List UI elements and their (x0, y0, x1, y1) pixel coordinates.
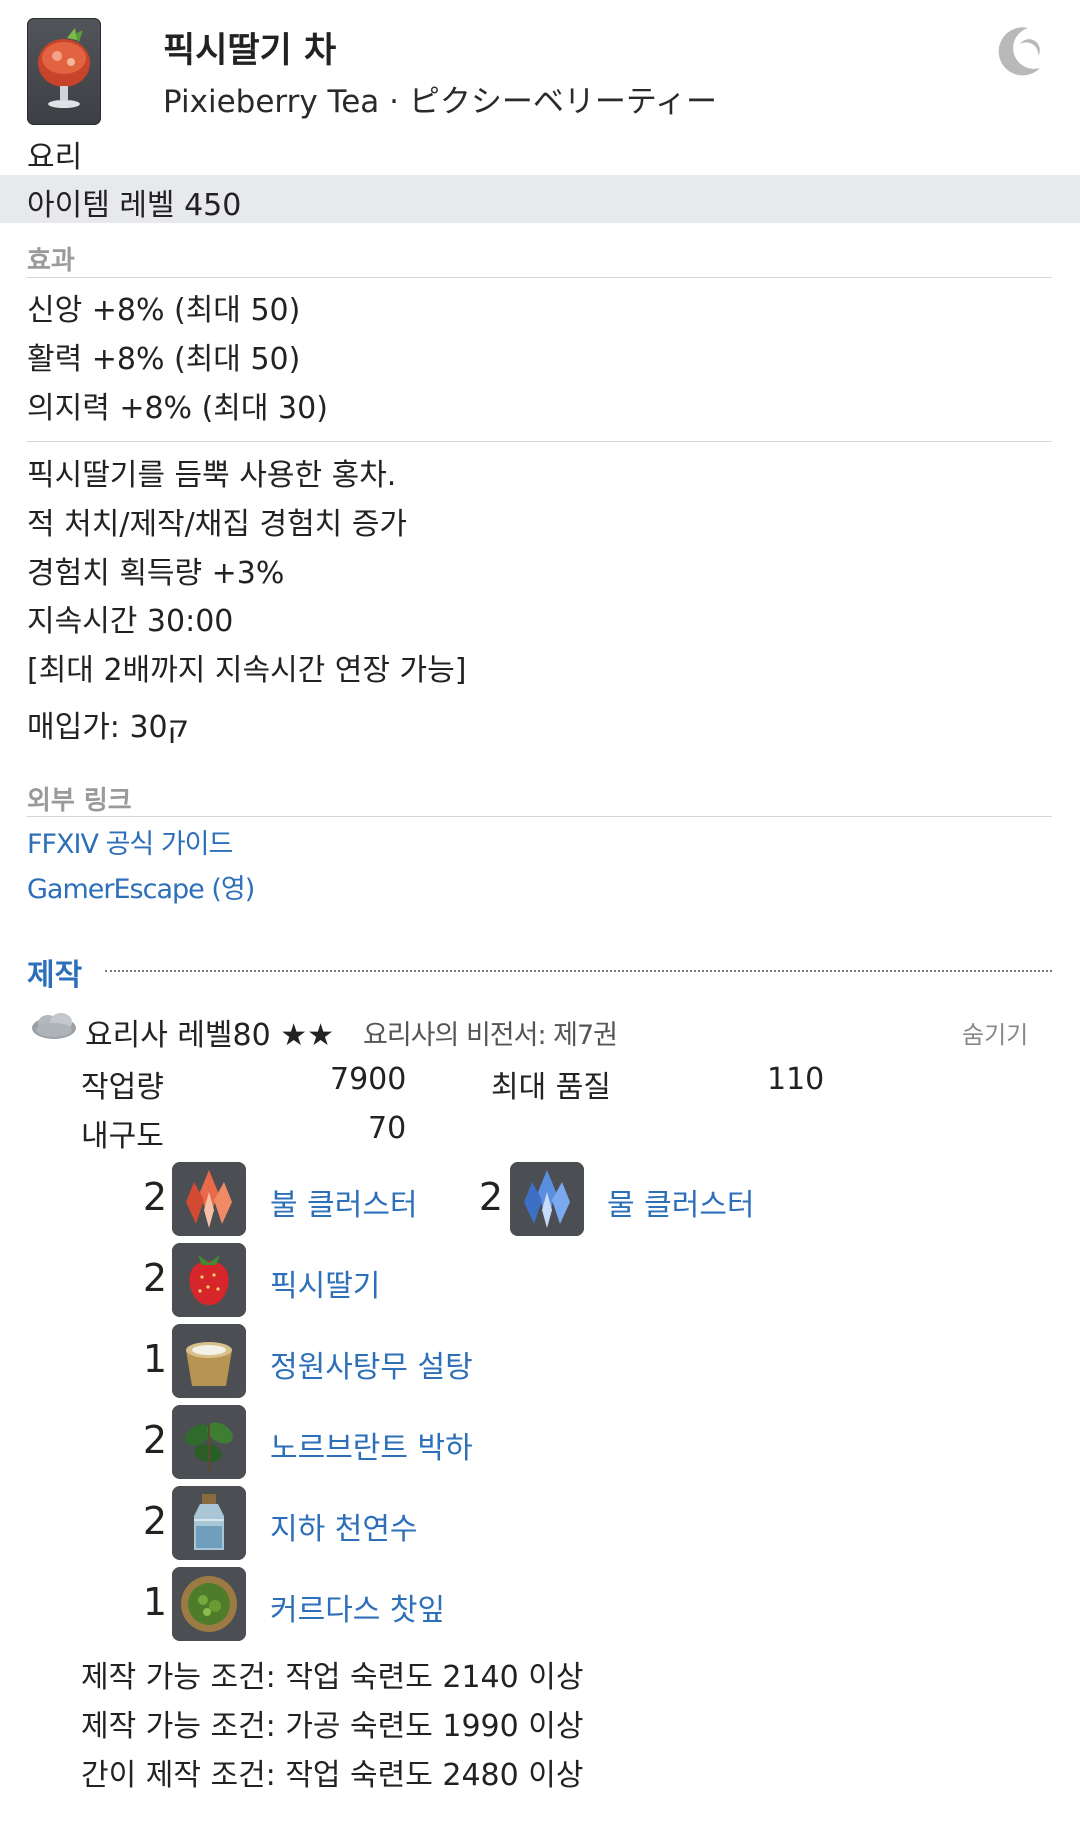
recipe-book: 요리사의 비전서: 제7권 (363, 1020, 618, 1051)
item-category: 요리 (27, 140, 83, 175)
effects-label: 효과 (27, 246, 75, 276)
mint-icon[interactable] (172, 1405, 246, 1479)
effect-line: 신앙 +8% (최대 50) (27, 293, 301, 328)
culinarian-job-icon (30, 1010, 78, 1042)
effect-line: 활력 +8% (최대 50) (27, 342, 301, 377)
fire-cluster-icon[interactable] (172, 1162, 246, 1236)
crescent-moon-icon (990, 22, 1046, 78)
material-link[interactable]: 노르브란트 박하 (270, 1423, 473, 1467)
description-line: 지속시간 30:00 (27, 604, 234, 639)
material-link[interactable]: 픽시딸기 (270, 1261, 380, 1305)
effects-divider (27, 277, 1052, 278)
description-line: 경험치 획득량 +3% (27, 556, 285, 591)
material-quantity: 2 (142, 1256, 167, 1300)
material-link[interactable]: 정원사탕무 설탕 (270, 1342, 473, 1386)
quick-synthesis-condition: 간이 제작 조건: 작업 숙련도 2480 이상 (81, 1758, 584, 1793)
material-quantity: 2 (142, 1175, 167, 1219)
description-line: 적 처치/제작/채집 경험치 증가 (27, 507, 408, 542)
workload-value: 7900 (330, 1062, 407, 1097)
water-cluster-icon[interactable] (510, 1162, 584, 1236)
craft-condition: 제작 가능 조건: 작업 숙련도 2140 이상 (81, 1660, 584, 1695)
material-link[interactable]: 불 클러스터 (270, 1180, 418, 1224)
sugar-icon[interactable] (172, 1324, 246, 1398)
durability-label: 내구도 (81, 1119, 164, 1154)
item-name-korean: 픽시딸기 차 (163, 31, 337, 71)
durability-value: 70 (368, 1111, 407, 1146)
recipe-job-level: 요리사 레벨80 ★★ (85, 1018, 335, 1053)
crafting-divider (105, 970, 1052, 972)
buy-price: 매입가: 30ק (27, 710, 189, 745)
max-quality-value: 110 (767, 1062, 825, 1097)
link-gamerescape[interactable]: GamerEscape (영) (27, 867, 255, 906)
link-official-guide[interactable]: FFXIV 공식 가이드 (27, 822, 233, 861)
material-link[interactable]: 지하 천연수 (270, 1504, 418, 1548)
pixieberry-tea-icon (27, 18, 101, 125)
material-quantity: 1 (142, 1337, 167, 1381)
material-quantity: 1 (142, 1580, 167, 1624)
craft-condition: 제작 가능 조건: 가공 숙련도 1990 이상 (81, 1709, 584, 1744)
crafting-heading: 제작 (27, 958, 83, 993)
item-name-english-japanese: Pixieberry Tea · ピクシーベリーティー (163, 84, 717, 120)
description-divider (27, 441, 1052, 442)
external-links-divider (27, 816, 1052, 817)
pixieberry-icon[interactable] (172, 1243, 246, 1317)
hide-button[interactable]: 숨기기 (962, 1015, 1028, 1050)
external-links-label: 외부 링크 (27, 786, 132, 816)
description-line: [최대 2배까지 지속시간 연장 가능] (27, 653, 467, 688)
item-level: 아이템 레벨 450 (27, 188, 242, 223)
description-line: 픽시딸기를 듬뿍 사용한 홍차. (27, 458, 397, 493)
water-bottle-icon[interactable] (172, 1486, 246, 1560)
workload-label: 작업량 (81, 1070, 164, 1105)
tea-leaves-icon[interactable] (172, 1567, 246, 1641)
material-quantity: 2 (142, 1499, 167, 1543)
effect-line: 의지력 +8% (최대 30) (27, 391, 328, 426)
material-quantity: 2 (142, 1418, 167, 1462)
material-link[interactable]: 커르다스 찻잎 (270, 1585, 445, 1629)
material-link[interactable]: 물 클러스터 (607, 1180, 755, 1224)
material-quantity: 2 (478, 1175, 503, 1219)
max-quality-label: 최대 품질 (491, 1070, 611, 1105)
